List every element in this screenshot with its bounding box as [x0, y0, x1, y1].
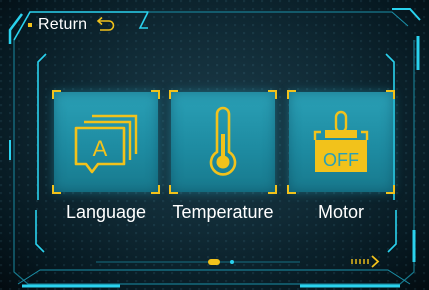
language-label: Language [65, 202, 147, 222]
settings-screen: Return A Language Temperature OFF Motor [0, 0, 429, 290]
language-tile[interactable]: A [52, 90, 160, 194]
next-page-arrow-icon[interactable] [350, 253, 384, 269]
page-dot-active [208, 259, 220, 265]
return-arrow-icon [97, 16, 115, 31]
motor-tile[interactable]: OFF [287, 90, 395, 194]
motor-label: Motor [317, 202, 364, 222]
svg-text:A: A [93, 136, 108, 161]
temperature-tile[interactable] [169, 90, 277, 194]
language-icon: A [74, 114, 138, 174]
return-label: Return [38, 16, 88, 33]
motor-off-text: OFF [323, 150, 359, 170]
temperature-label: Temperature [172, 202, 274, 222]
return-button[interactable]: Return [16, 11, 142, 39]
return-bullet [28, 23, 32, 27]
page-dot-inactive[interactable] [230, 260, 234, 264]
thermometer-icon [209, 106, 237, 176]
motor-icon: OFF [313, 110, 369, 172]
